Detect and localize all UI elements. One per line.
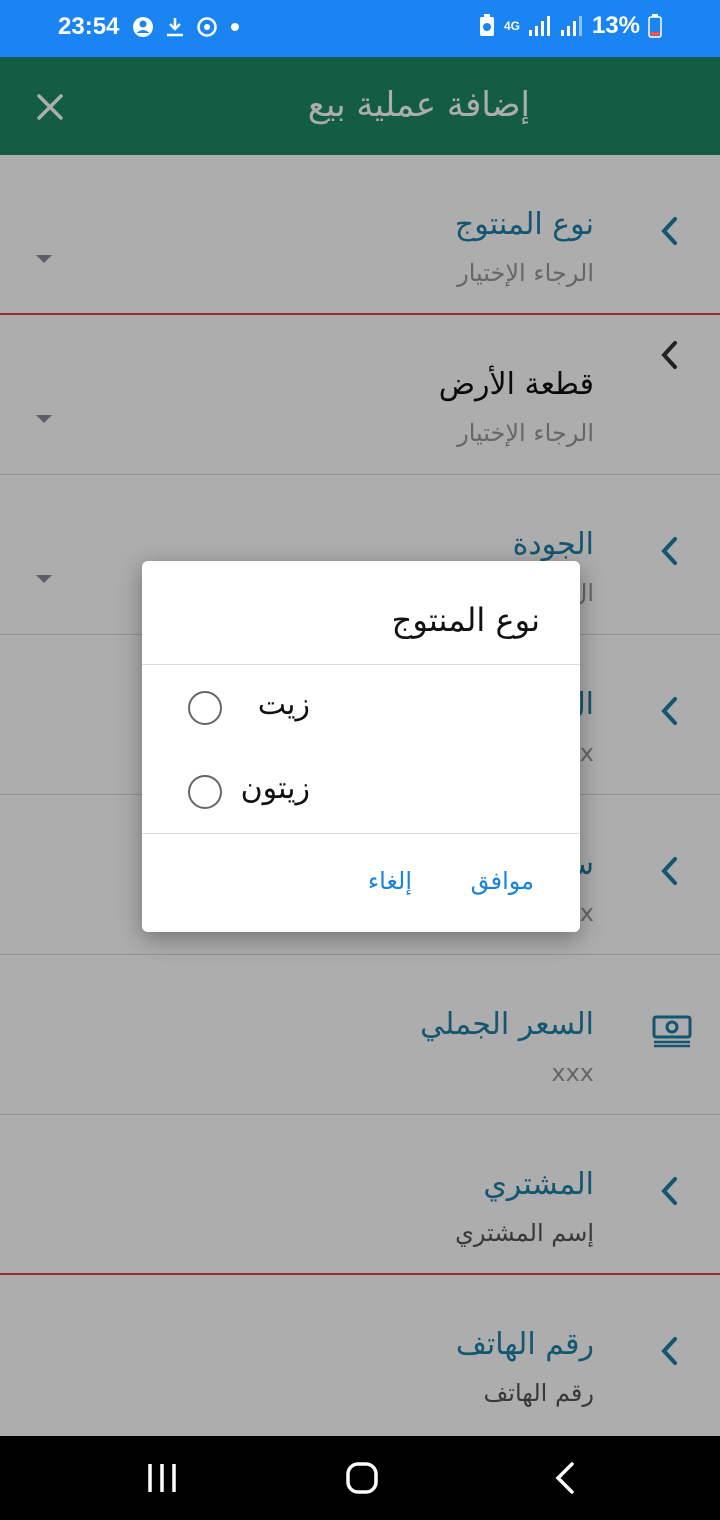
dialog-option-oil[interactable]: زيت <box>142 667 580 751</box>
status-time: 23:54 <box>58 13 120 40</box>
back-icon[interactable] <box>546 1458 586 1498</box>
battery-percent: 13% <box>591 12 640 39</box>
radio-button[interactable] <box>188 775 222 809</box>
status-icons-right: 4G 13% <box>478 12 662 40</box>
option-label: زيت <box>257 687 310 722</box>
dialog-title: نوع المنتوج <box>391 601 540 639</box>
status-bar: 23:54 4G 13% <box>0 0 720 57</box>
dot-icon <box>231 23 239 31</box>
account-icon <box>133 17 153 37</box>
recent-apps-icon[interactable] <box>142 1458 182 1498</box>
divider <box>142 833 580 834</box>
battery-icon <box>648 14 662 38</box>
battery-saver-icon <box>479 14 494 36</box>
signal-icon <box>528 16 550 36</box>
signal-icon <box>560 16 582 36</box>
download-icon <box>167 18 183 37</box>
status-icons-left <box>132 16 242 38</box>
option-label: زيتون <box>240 771 310 806</box>
radio-button[interactable] <box>188 691 222 725</box>
cancel-button[interactable]: إلغاء <box>368 867 412 895</box>
dialog-option-olives[interactable]: زيتون <box>142 751 580 835</box>
system-nav-bar <box>0 1436 720 1520</box>
network-4g-icon: 4G <box>503 19 520 33</box>
product-type-dialog: نوع المنتوج زيت زيتون موافق إلغاء <box>142 561 580 932</box>
ok-button[interactable]: موافق <box>471 867 534 895</box>
home-icon[interactable] <box>342 1458 382 1498</box>
sync-icon <box>197 17 217 37</box>
divider <box>142 664 580 665</box>
